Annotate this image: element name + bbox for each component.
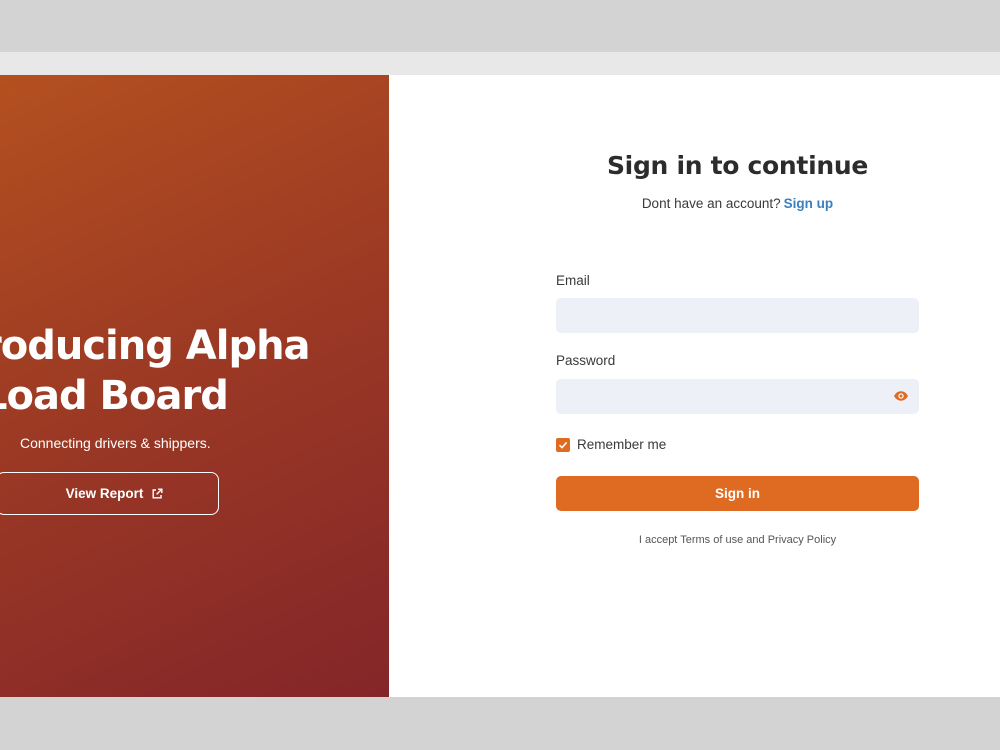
terms-line: I accept Terms of use and Privacy Policy <box>556 534 919 546</box>
checkmark-icon <box>558 441 568 449</box>
remember-checkbox[interactable] <box>556 437 570 452</box>
signin-panel: Sign in to continue Dont have an account… <box>389 75 1000 697</box>
signup-prompt: Dont have an account? Sign up <box>556 196 919 211</box>
external-link-icon <box>151 488 163 500</box>
hero-subtitle: Connecting drivers & shippers. <box>20 435 211 451</box>
remember-me[interactable]: Remember me <box>556 437 666 452</box>
no-account-text: Dont have an account? <box>641 196 781 211</box>
terms-link[interactable]: Terms of use <box>680 534 743 546</box>
terms-prefix: I accept <box>638 534 678 546</box>
browser-top-strip <box>0 52 1000 75</box>
password-field[interactable] <box>556 379 919 414</box>
login-page: roducing Alpha Load Board Connecting driv… <box>0 75 1000 697</box>
password-label: Password <box>556 353 616 368</box>
hero-panel: roducing Alpha Load Board Connecting driv… <box>0 75 389 697</box>
view-report-button[interactable]: View Report <box>0 472 219 515</box>
remember-label: Remember me <box>577 437 667 452</box>
email-label: Email <box>556 273 590 288</box>
hero-title: roducing Alpha Load Board <box>0 321 311 421</box>
signup-link[interactable]: Sign up <box>784 196 834 211</box>
view-report-label: View Report <box>65 486 144 501</box>
privacy-link[interactable]: Privacy Policy <box>768 534 836 546</box>
eye-icon[interactable] <box>893 389 909 403</box>
email-field[interactable] <box>556 298 919 333</box>
signin-button[interactable]: Sign in <box>556 476 919 511</box>
terms-and: and <box>746 534 765 546</box>
hero-title-line1: roducing Alpha <box>0 323 311 369</box>
signin-title: Sign in to continue <box>606 151 869 180</box>
hero-title-line2: Load Board <box>0 373 229 419</box>
